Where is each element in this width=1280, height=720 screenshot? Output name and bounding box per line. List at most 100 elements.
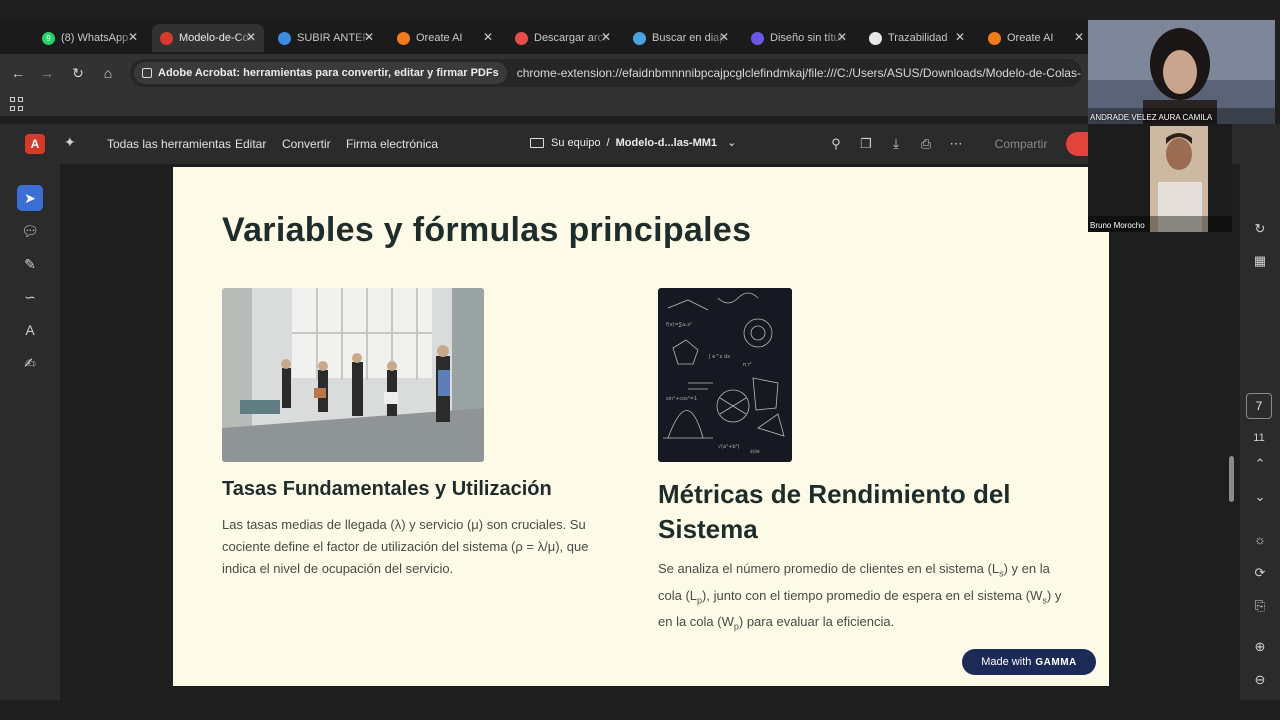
chevron-up-icon[interactable]: ⌃ (1251, 455, 1269, 473)
text-box-icon[interactable]: A (17, 317, 43, 343)
close-tab-icon[interactable]: ✕ (364, 30, 374, 44)
slide-page: Variables y fórmulas principales f(x)=∑a… (173, 167, 1109, 686)
chevron-down-icon[interactable]: ⌄ (727, 136, 736, 149)
download-icon[interactable]: ⤓ (888, 136, 904, 152)
slide-title: Variables y fórmulas principales (222, 211, 752, 249)
all-tools-icon[interactable]: ✦ (64, 134, 82, 152)
browser-tab[interactable]: Modelo-de-Colas-MM1.pdf✕ (152, 24, 264, 52)
tab-title: Oreate AI (416, 32, 463, 44)
pages-icon[interactable]: ❐ (858, 136, 874, 152)
svg-text:∂/∂x: ∂/∂x (750, 449, 760, 455)
rotate-icon[interactable]: ⟳ (1251, 564, 1269, 582)
share-button[interactable]: Compartir (985, 133, 1057, 155)
url-text[interactable]: chrome-extension://efaidnbmnnnibpcajpcgl… (517, 66, 1082, 80)
heart-icon (515, 31, 528, 45)
zoom-out-icon[interactable]: ⊖ (1251, 671, 1269, 689)
comment-icon[interactable]: 💬︎ (17, 218, 43, 244)
svg-text:∫ e^x dx: ∫ e^x dx (708, 354, 730, 360)
made-with-gamma-badge[interactable]: Made with GAMMA (962, 649, 1096, 675)
highlight-pen-icon[interactable]: ✎ (17, 251, 43, 277)
tab-title: Modelo-de-Colas-MM1.pdf (179, 32, 255, 44)
computer-icon (530, 137, 544, 148)
left-card-heading: Tasas Fundamentales y Utilización (222, 478, 552, 500)
acrobat-icon (160, 31, 173, 45)
search-icon[interactable]: ⚲ (828, 136, 844, 152)
body-text: Se analiza el número promedio de cliente… (658, 561, 1000, 576)
svg-text:sin²+cos²=1: sin²+cos²=1 (666, 396, 697, 402)
address-bar[interactable]: Adobe Acrobat: herramientas para convert… (130, 59, 1082, 87)
close-tab-icon[interactable]: ✕ (1074, 30, 1084, 44)
extract-page-icon[interactable]: ⎘ (1251, 597, 1269, 615)
close-tab-icon[interactable]: ✕ (955, 30, 965, 44)
close-tab-icon[interactable]: ✕ (837, 30, 847, 44)
apps-grid-icon[interactable] (10, 97, 24, 111)
site-info-chip[interactable]: Adobe Acrobat: herramientas para convert… (134, 62, 507, 84)
bookmarks-bar (0, 92, 1088, 116)
brightness-icon[interactable]: ☼ (1251, 530, 1269, 548)
tab-title: (8) WhatsApp (61, 32, 129, 44)
close-tab-icon[interactable]: ✕ (719, 30, 729, 44)
browser-tab[interactable]: Buscar en diapositivas✕ (625, 24, 737, 52)
print-icon[interactable]: ⎙ (918, 136, 934, 152)
close-tab-icon[interactable]: ✕ (601, 30, 611, 44)
forward-arrow-icon[interactable]: → (38, 64, 56, 82)
acrobat-logo-icon[interactable]: A (25, 134, 45, 154)
close-tab-icon[interactable]: ✕ (246, 30, 256, 44)
edge-icon (633, 31, 646, 45)
badge-brand: GAMMA (1035, 656, 1077, 668)
reload-icon[interactable]: ↻ (69, 64, 87, 82)
browser-tab[interactable]: Oreate AI ✕ (389, 24, 501, 52)
browser-tab[interactable]: 9 (8) WhatsApp ✕ (34, 24, 146, 52)
close-tab-icon[interactable]: ✕ (128, 30, 138, 44)
home-icon[interactable]: ⌂ (99, 64, 117, 82)
svg-text:π r²: π r² (743, 362, 752, 368)
shield-icon (751, 31, 764, 45)
browser-tab[interactable]: Trazabilidad ✕ (861, 24, 973, 52)
right-card-body: Se analiza el número promedio de cliente… (658, 558, 1068, 638)
location-label: Su equipo (551, 136, 601, 149)
back-arrow-icon[interactable]: ← (9, 64, 27, 82)
tab-title: Descargar archivo (534, 32, 610, 44)
site-chip-label: Adobe Acrobat: herramientas para convert… (158, 67, 499, 79)
left-card-body: Las tasas medias de llegada (λ) y servic… (222, 517, 589, 576)
cloud-icon (278, 31, 291, 45)
tab-title: Trazabilidad (888, 32, 948, 44)
document-title[interactable]: Su equipo / Modelo-d...las-MM1 ⌄ (530, 136, 736, 149)
more-options-icon[interactable]: ⋯ (948, 136, 964, 152)
svg-text:f(x)=∑aₙxⁿ: f(x)=∑aₙxⁿ (666, 322, 692, 328)
participant-1-name: ANDRADE VELEZ AURA CAMILA (1090, 113, 1213, 122)
chatgpt-icon (869, 31, 882, 45)
path-separator: / (606, 136, 610, 149)
tab-title: Buscar en diapositivas (652, 32, 728, 44)
oreate-icon (397, 31, 410, 45)
menu-e-signature[interactable]: Firma electrónica (346, 137, 438, 151)
thumbnails-grid-icon[interactable]: ▦ (1251, 252, 1269, 270)
fill-sign-icon[interactable]: ✍︎ (17, 350, 43, 376)
browser-tab[interactable]: Oreate AI ✕ (980, 24, 1092, 52)
close-tab-icon[interactable]: ✕ (483, 30, 493, 44)
tab-title: Oreate AI (1007, 32, 1054, 44)
badge-prefix: Made with (981, 656, 1032, 668)
select-cursor-icon[interactable]: ➤ (17, 185, 43, 211)
menu-convert[interactable]: Convertir (282, 137, 331, 151)
freehand-draw-icon[interactable]: ∽ (17, 284, 43, 310)
right-rail: ↻ ▦ 7 11 ⌃ ⌄ ☼ ⟳ ⎘ ⊕ ⊖ (1240, 164, 1280, 700)
right-card-heading: Métricas de Rendimiento del Sistema (658, 479, 1011, 544)
math-formulas-photo: f(x)=∑aₙxⁿ ∫ e^x dx sin²+cos²=1 π r² √(a²+… (658, 288, 792, 462)
browser-tab[interactable]: Descargar archivo✕ (507, 24, 619, 52)
current-page-input[interactable]: 7 (1246, 393, 1272, 419)
browser-tab[interactable]: SUBIR ANTEPROYECTO✕ (270, 24, 382, 52)
zoom-in-icon[interactable]: ⊕ (1251, 638, 1269, 656)
extension-icon (142, 68, 152, 78)
tab-title: SUBIR ANTEPROYECTO (297, 32, 373, 44)
tab-title: Diseño sin título (770, 32, 846, 44)
left-tool-rail: ➤ 💬︎ ✎ ∽ A ✍︎ (0, 164, 60, 700)
refresh-icon[interactable]: ↻ (1251, 220, 1269, 238)
browser-tab[interactable]: Diseño sin título ✕ (743, 24, 855, 52)
menu-edit[interactable]: Editar (235, 137, 266, 151)
video-tile-participant-2: Bruno Morocho (1088, 124, 1232, 232)
vertical-scrollbar[interactable] (1229, 456, 1234, 502)
navigation-bar: ← → ↻ ⌂ Adobe Acrobat: herramientas para… (0, 54, 1088, 92)
menu-all-tools[interactable]: Todas las herramientas (107, 137, 231, 151)
chevron-down-icon[interactable]: ⌄ (1251, 488, 1269, 506)
